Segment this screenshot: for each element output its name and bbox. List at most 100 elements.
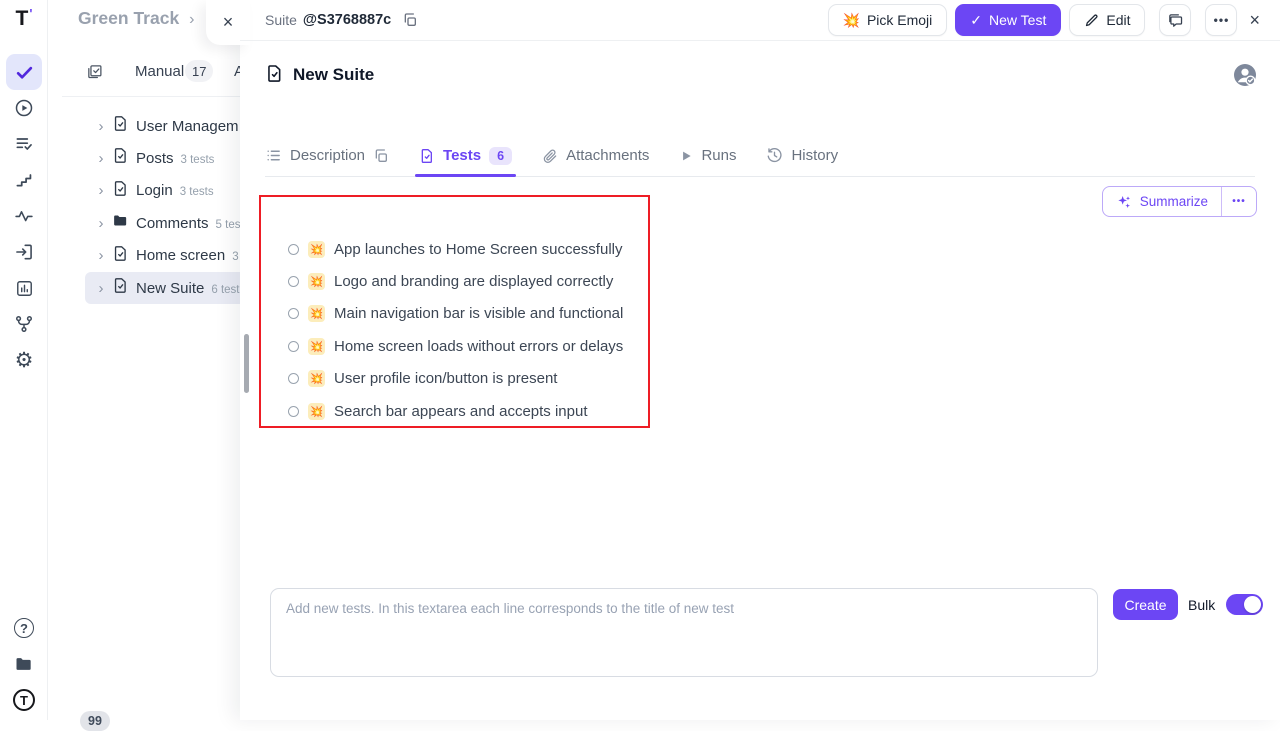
tab-history[interactable]: History (766, 135, 838, 176)
test-row[interactable]: 💥 Home screen loads without errors or de… (288, 335, 623, 357)
steps-nav-icon[interactable] (6, 162, 42, 198)
pencil-icon (1084, 13, 1099, 28)
copy-description-icon[interactable] (373, 148, 389, 164)
toggle-knob (1244, 596, 1261, 613)
bulk-toggle[interactable] (1226, 594, 1263, 615)
close-icon: × (1249, 10, 1260, 30)
summarize-button[interactable]: Summarize (1103, 187, 1221, 216)
branches-nav-icon[interactable] (6, 306, 42, 342)
test-title[interactable]: Search bar appears and accepts input (334, 403, 588, 420)
breadcrumb-chevron-icon: › (189, 11, 194, 28)
tree-item-label: New Suite6 test (136, 280, 240, 297)
suite-topbar: Suite @S3768887c 💥 Pick Emoji ✓ New Test… (240, 0, 1280, 41)
test-emoji-badge: 💥 (308, 338, 325, 355)
project-name[interactable]: Green Track (78, 8, 179, 28)
create-button[interactable]: Create (1113, 589, 1178, 620)
tests-count-badge: 6 (489, 147, 512, 165)
more-actions-button[interactable]: ••• (1205, 4, 1237, 36)
tree-item-label: Comments5 tes (136, 215, 240, 232)
chevron-right-icon[interactable]: › (96, 280, 106, 297)
tab-tests[interactable]: Tests 6 (419, 135, 512, 176)
new-tests-textarea[interactable] (270, 588, 1098, 677)
test-row[interactable]: 💥 Search bar appears and accepts input (288, 400, 588, 422)
copy-suite-id-icon[interactable] (402, 12, 418, 28)
suite-tabs: Description Tests 6 Attachments Runs His… (265, 135, 1255, 177)
tree-item-label: Login3 tests (136, 182, 214, 199)
runs-nav-icon[interactable] (6, 90, 42, 126)
suite-type-label: Suite (265, 12, 297, 28)
bulk-label: Bulk (1188, 597, 1215, 613)
play-icon (679, 149, 693, 163)
tree-item-label: Posts3 tests (136, 150, 214, 167)
test-title[interactable]: Logo and branding are displayed correctl… (334, 273, 613, 290)
chevron-right-icon[interactable]: › (96, 150, 106, 167)
app-rail: T' ⚙ ? T (0, 0, 48, 720)
projects-folder-icon[interactable] (6, 646, 42, 682)
test-title[interactable]: App launches to Home Screen successfully (334, 241, 622, 258)
check-icon: ✓ (970, 12, 982, 29)
close-suite-button[interactable]: × (1249, 10, 1260, 31)
settings-nav-icon[interactable]: ⚙ (6, 342, 42, 378)
test-row[interactable]: 💥 Main navigation bar is visible and fun… (288, 303, 623, 325)
partial-count-badge: 99 (80, 711, 110, 731)
test-radio-icon[interactable] (288, 406, 299, 417)
app-logo-icon[interactable]: T' (0, 4, 48, 34)
test-radio-icon[interactable] (288, 341, 299, 352)
test-radio-icon[interactable] (288, 373, 299, 384)
test-radio-icon[interactable] (288, 244, 299, 255)
testomat-badge-icon[interactable]: T (6, 682, 42, 718)
suite-doc-icon (112, 180, 129, 202)
test-emoji-badge: 💥 (308, 370, 325, 387)
boom-emoji-icon: 💥 (843, 12, 860, 29)
test-title[interactable]: Main navigation bar is visible and funct… (334, 305, 623, 322)
test-radio-icon[interactable] (288, 276, 299, 287)
test-row[interactable]: 💥 App launches to Home Screen successful… (288, 238, 622, 260)
test-emoji-badge: 💥 (308, 305, 325, 322)
ellipsis-icon: ••• (1214, 13, 1230, 27)
test-plans-nav-icon[interactable] (6, 126, 42, 162)
project-breadcrumb[interactable]: Green Track › (78, 8, 195, 29)
comments-button[interactable] (1159, 4, 1191, 36)
gear-icon: ⚙ (15, 350, 34, 371)
pick-emoji-button[interactable]: 💥 Pick Emoji (828, 4, 948, 36)
paperclip-icon (542, 148, 558, 164)
help-icon[interactable]: ? (6, 610, 42, 646)
panel-resize-handle[interactable] (244, 334, 249, 393)
test-row[interactable]: 💥 Logo and branding are displayed correc… (288, 270, 613, 292)
tab-description[interactable]: Description (265, 135, 389, 176)
assignee-avatar[interactable] (1232, 62, 1258, 88)
test-radio-icon[interactable] (288, 308, 299, 319)
tab-attachments[interactable]: Attachments (542, 135, 649, 176)
suite-doc-icon (419, 148, 435, 164)
test-row[interactable]: 💥 User profile icon/button is present (288, 368, 557, 390)
tab-runs[interactable]: Runs (679, 135, 736, 176)
summarize-more-button[interactable]: ••• (1222, 187, 1256, 216)
chat-bubble-icon (1167, 12, 1184, 29)
chevron-right-icon[interactable]: › (96, 182, 106, 199)
test-title[interactable]: Home screen loads without errors or dela… (334, 338, 623, 355)
suite-id: @S3768887c (303, 12, 391, 28)
ellipsis-icon: ••• (1232, 196, 1246, 207)
history-clock-icon (766, 147, 783, 164)
test-title[interactable]: User profile icon/button is present (334, 370, 557, 387)
tree-item-label: Home screen3 (136, 247, 239, 264)
chevron-right-icon[interactable]: › (96, 215, 106, 232)
test-emoji-badge: 💥 (308, 241, 325, 258)
new-test-button[interactable]: ✓ New Test (955, 4, 1061, 36)
chevron-right-icon[interactable]: › (96, 118, 106, 135)
suite-doc-icon (112, 115, 129, 137)
edit-button[interactable]: Edit (1069, 4, 1145, 36)
ai-sparkle-icon (1116, 194, 1132, 210)
test-emoji-badge: 💥 (308, 273, 325, 290)
suite-title: New Suite (293, 65, 374, 85)
reports-nav-icon[interactable] (6, 270, 42, 306)
import-nav-icon[interactable] (6, 234, 42, 270)
manual-filter-label[interactable]: Manual (135, 63, 184, 80)
tests-nav-icon[interactable] (6, 54, 42, 90)
suite-doc-icon (112, 147, 129, 169)
list-icon (265, 147, 282, 164)
suite-doc-icon (265, 64, 284, 88)
close-icon: × (223, 12, 234, 33)
pulse-nav-icon[interactable] (6, 198, 42, 234)
chevron-right-icon[interactable]: › (96, 247, 106, 264)
